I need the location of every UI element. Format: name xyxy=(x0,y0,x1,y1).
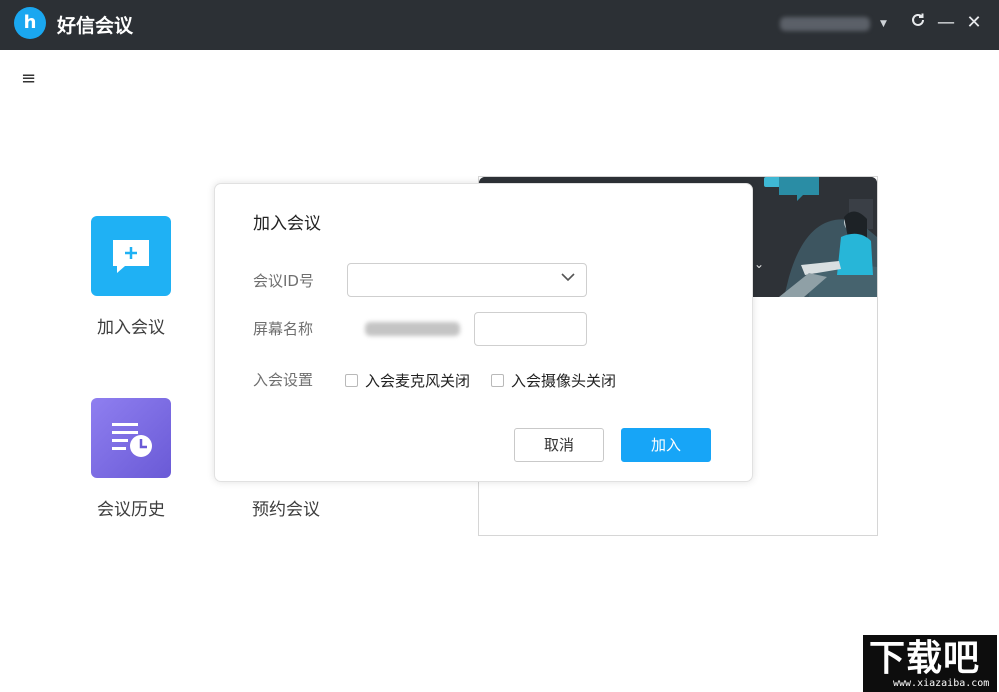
banner-caret-icon: ⌄ xyxy=(754,257,765,271)
meeting-history-tile[interactable] xyxy=(91,398,171,478)
user-account-dropdown[interactable]: ▼ xyxy=(780,16,887,32)
mic-off-label: 入会麦克风关闭 xyxy=(365,372,471,390)
mic-off-checkbox[interactable] xyxy=(345,374,358,387)
cancel-button[interactable]: 取消 xyxy=(514,428,604,462)
join-meeting-dialog: 加入会议 会议ID号 屏幕名称 入会设置 入会麦克风关闭 入会摄像头关闭 取消 … xyxy=(214,183,753,482)
watermark-logo: 下载吧 www.xiazaiba.com xyxy=(863,635,997,692)
caret-down-icon: ▼ xyxy=(880,19,887,29)
app-logo-icon: h xyxy=(14,7,46,39)
camera-off-label: 入会摄像头关闭 xyxy=(511,372,617,390)
history-list-clock-icon xyxy=(112,423,152,457)
minimize-button[interactable]: — xyxy=(935,12,957,34)
meeting-id-input[interactable] xyxy=(347,263,587,297)
meeting-id-dropdown-chevron-icon[interactable] xyxy=(558,270,578,290)
refresh-icon[interactable] xyxy=(907,12,929,34)
close-button[interactable]: ✕ xyxy=(963,12,985,34)
chevron-down-icon xyxy=(561,273,575,282)
dialog-title: 加入会议 xyxy=(253,214,321,234)
join-settings-label: 入会设置 xyxy=(253,371,314,389)
meeting-history-label[interactable]: 会议历史 xyxy=(71,495,191,520)
watermark-brand: 下载吧 xyxy=(869,638,981,679)
hamburger-menu-icon[interactable]: ≡ xyxy=(21,68,36,89)
title-bar: h 好信会议 ▼ — ✕ xyxy=(0,0,999,50)
screen-name-input[interactable] xyxy=(474,312,587,346)
camera-off-checkbox[interactable] xyxy=(491,374,504,387)
watermark-url: www.xiazaiba.com xyxy=(893,678,990,689)
schedule-meeting-label[interactable]: 预约会议 xyxy=(226,495,346,520)
screen-name-label: 屏幕名称 xyxy=(253,320,314,338)
refresh-svg xyxy=(912,13,924,26)
mic-off-checkbox-row[interactable]: 入会麦克风关闭 xyxy=(345,370,470,391)
meeting-id-label: 会议ID号 xyxy=(253,272,314,290)
chat-plus-icon xyxy=(113,240,149,273)
camera-off-checkbox-row[interactable]: 入会摄像头关闭 xyxy=(491,370,616,391)
app-window: h 好信会议 ▼ — ✕ ≡ 加入会议 会议历史 预约会议 ⌄ 加入会议 会议I… xyxy=(0,0,999,692)
screen-name-value-blurred xyxy=(365,322,460,336)
user-account-name-blurred xyxy=(780,17,870,31)
join-meeting-tile[interactable] xyxy=(91,216,171,296)
app-title: 好信会议 xyxy=(57,15,134,37)
join-button[interactable]: 加入 xyxy=(621,428,711,462)
join-meeting-label[interactable]: 加入会议 xyxy=(71,313,191,338)
